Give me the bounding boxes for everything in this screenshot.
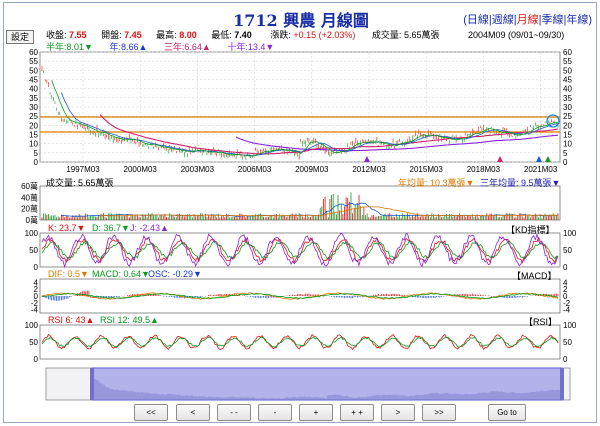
price-tick-right: 0 bbox=[563, 158, 568, 167]
volume-tick: 0萬 bbox=[26, 215, 38, 225]
price-tick-right: 5 bbox=[563, 149, 568, 158]
macd-dif-value: DIF: 0.5▼ bbox=[48, 269, 89, 279]
osc-tick-right: 100 bbox=[563, 229, 577, 238]
macd-osc-value: OSC: -0.29▼ bbox=[148, 269, 202, 279]
price-tick-right: 40 bbox=[563, 85, 572, 94]
prev-button[interactable]: < bbox=[176, 404, 210, 421]
osc-tick-right: 50 bbox=[563, 246, 572, 255]
osc-tick-left: 50 bbox=[29, 246, 38, 255]
price-tick-right: 15 bbox=[563, 131, 572, 140]
last-button[interactable]: >> bbox=[422, 404, 456, 421]
price-tick-right: 25 bbox=[563, 112, 572, 121]
osc-tick-left: 50 bbox=[29, 338, 38, 347]
kd-k-value: K: 23.7▼ bbox=[48, 223, 86, 233]
next-button[interactable]: > bbox=[381, 404, 415, 421]
price-tick-left: 35 bbox=[29, 94, 38, 103]
rsi12-value: RSI 12: 49.5▲ bbox=[100, 315, 159, 325]
osc-tick-left: 0 bbox=[34, 263, 39, 272]
rsi-tag: 【RSI】 bbox=[524, 317, 558, 327]
price-tick-left: 25 bbox=[29, 112, 38, 121]
osc-tick-right: 0 bbox=[563, 263, 568, 272]
macd-value: MACD: 0.64▼ bbox=[92, 269, 150, 279]
osc-tick-right: -4 bbox=[563, 306, 571, 315]
zoom-in-button[interactable]: + bbox=[299, 404, 333, 421]
navigator-right-handle[interactable] bbox=[560, 368, 564, 400]
navigator-left-handle[interactable] bbox=[90, 368, 94, 400]
price-tick-left: 10 bbox=[29, 140, 38, 149]
macd-panel: 4 42 20 0-2 -2-4 -4 bbox=[31, 278, 571, 314]
price-tick-left: 5 bbox=[34, 149, 39, 158]
kd-tag: 【KD指標】 bbox=[506, 225, 555, 235]
osc-tick-right: 50 bbox=[563, 338, 572, 347]
price-tick-left: 50 bbox=[29, 66, 38, 75]
price-x-label: 1997M03 bbox=[66, 165, 100, 174]
volume-three-year-avg: 三年均量: 9.5萬張▼ bbox=[480, 178, 561, 188]
kd-panel: 100 100 50 50 0 0 bbox=[25, 229, 577, 272]
price-tick-left: 20 bbox=[29, 121, 38, 130]
price-x-label: 2015M03 bbox=[410, 165, 444, 174]
charts-canvas: 605550454035302520151050 605550454035302… bbox=[21, 48, 577, 401]
price-tick-right: 45 bbox=[563, 76, 572, 85]
price-panel: 605550454035302520151050 605550454035302… bbox=[29, 48, 572, 174]
volume-tick: 40萬 bbox=[21, 192, 38, 202]
zoom-in-more-button[interactable]: + + bbox=[340, 404, 374, 421]
price-x-label: 2003M03 bbox=[181, 165, 215, 174]
price-x-label: 2012M03 bbox=[352, 165, 386, 174]
osc-tick-left: 100 bbox=[25, 321, 39, 330]
price-tick-left: 40 bbox=[29, 85, 38, 94]
price-x-label: 2006M03 bbox=[238, 165, 272, 174]
price-x-label: 2021M03 bbox=[524, 165, 558, 174]
price-tick-right: 10 bbox=[563, 140, 572, 149]
macd-tag: 【MACD】 bbox=[512, 271, 557, 281]
zoom-out-more-button[interactable]: - - bbox=[217, 404, 251, 421]
price-tick-left: 0 bbox=[34, 158, 39, 167]
goto-button[interactable]: Go to bbox=[488, 404, 526, 421]
price-x-label: 2000M03 bbox=[124, 165, 158, 174]
osc-tick-right: 0 bbox=[563, 355, 568, 364]
price-tick-right: 20 bbox=[563, 121, 572, 130]
osc-tick-right: 100 bbox=[563, 321, 577, 330]
price-x-label: 2018M03 bbox=[467, 165, 501, 174]
price-tick-left: 45 bbox=[29, 76, 38, 85]
volume-tick: 20萬 bbox=[21, 204, 38, 214]
volume-year-avg: 年均量: 10.3萬張▼ bbox=[398, 178, 475, 188]
rsi6-value: RSI 6: 43▲ bbox=[48, 315, 95, 325]
osc-tick-left: -4 bbox=[31, 306, 39, 315]
rsi-panel: 100 100 50 50 0 0 bbox=[25, 321, 577, 364]
price-x-label: 2009M03 bbox=[295, 165, 329, 174]
osc-tick-left: 0 bbox=[34, 355, 39, 364]
kd-j-value: J: -2.43▲ bbox=[130, 223, 169, 233]
navigation-bar: << < - - - + + + > >> Go to bbox=[0, 404, 600, 422]
range-navigator[interactable] bbox=[45, 367, 571, 401]
volume-tick: 60萬 bbox=[21, 181, 38, 191]
kd-d-value: D: 36.7▼ bbox=[92, 223, 130, 233]
price-tick-left: 60 bbox=[29, 48, 38, 57]
price-tick-left: 15 bbox=[29, 131, 38, 140]
price-tick-right: 55 bbox=[563, 57, 572, 66]
price-tick-right: 50 bbox=[563, 66, 572, 75]
first-button[interactable]: << bbox=[134, 404, 168, 421]
price-tick-right: 35 bbox=[563, 94, 572, 103]
price-tick-left: 30 bbox=[29, 103, 38, 112]
osc-tick-left: 100 bbox=[25, 229, 39, 238]
volume-label: 成交量: 5.65萬張 bbox=[46, 178, 114, 188]
zoom-out-button[interactable]: - bbox=[258, 404, 292, 421]
price-tick-left: 55 bbox=[29, 57, 38, 66]
price-tick-right: 30 bbox=[563, 103, 572, 112]
price-tick-right: 60 bbox=[563, 48, 572, 57]
